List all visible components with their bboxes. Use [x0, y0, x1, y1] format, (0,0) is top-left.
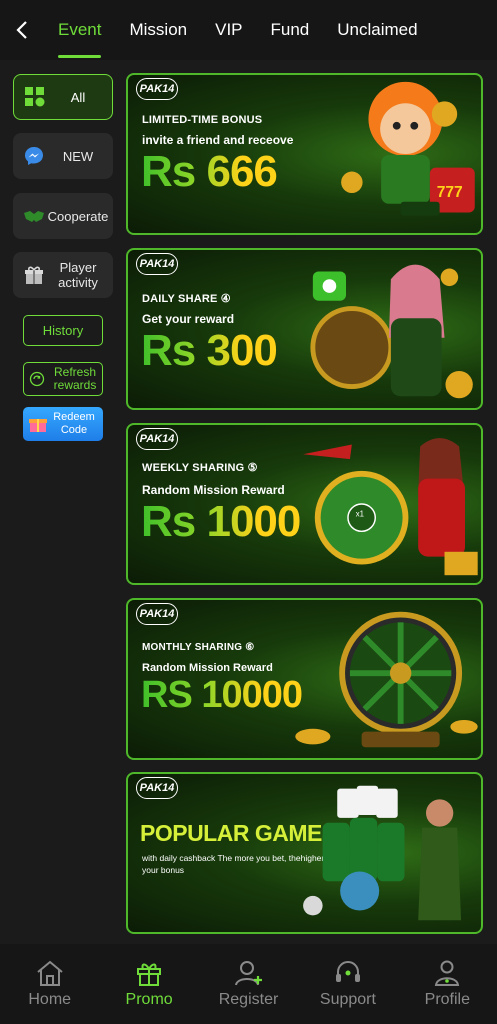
- banner-subtitle: Random Mission Reward: [142, 662, 273, 674]
- refresh-icon: [29, 371, 45, 387]
- tab-event[interactable]: Event: [44, 0, 115, 60]
- grid-icon: [22, 84, 48, 110]
- wheel-coins-illustration: [295, 611, 478, 748]
- woman-wheel-illustration: [310, 264, 473, 399]
- category-cooperate[interactable]: Cooperate: [13, 193, 113, 239]
- nav-label: Register: [218, 991, 279, 1008]
- headset-icon: [335, 961, 360, 982]
- pak14-logo: PAK14: [136, 777, 178, 799]
- user-add-icon: [234, 961, 262, 986]
- gift-icon: [137, 963, 162, 986]
- nav-label: Promo: [125, 991, 173, 1008]
- gift-icon: [21, 262, 47, 288]
- tab-unclaimed[interactable]: Unclaimed: [323, 0, 431, 60]
- redeem-code-label: Redeem Code: [53, 411, 95, 436]
- nav-register[interactable]: Register: [199, 944, 298, 1024]
- banner-kicker: MONTHLY SHARING ⑥: [142, 642, 255, 653]
- pak14-logo: PAK14: [136, 78, 178, 100]
- bottom-navigation: Home Promo Register Support Profile: [0, 944, 497, 1024]
- category-label: Cooperate: [47, 208, 109, 224]
- banner-amount: Rs 300: [141, 326, 278, 375]
- banner-subtitle: invite a friend and receove: [142, 133, 294, 147]
- banner-subtitle: Random Mission Reward: [142, 483, 285, 497]
- banner-monthly-sharing[interactable]: PAK14 MONTHLY SHARING ⑥ Random Mission R…: [126, 598, 483, 760]
- banner-subtitle: Get your reward: [142, 312, 235, 326]
- banner-limited-time-bonus[interactable]: PAK14 LIMITED-TIME BONUS invite a friend…: [126, 73, 483, 235]
- tab-mission[interactable]: Mission: [115, 0, 201, 60]
- back-button[interactable]: [0, 0, 44, 60]
- svg-text:x1: x1: [356, 510, 364, 519]
- category-all[interactable]: All: [13, 74, 113, 120]
- category-player-activity[interactable]: Player activity: [13, 252, 113, 298]
- nav-home[interactable]: Home: [0, 944, 99, 1024]
- tab-vip[interactable]: VIP: [201, 0, 256, 60]
- nav-support[interactable]: Support: [298, 944, 397, 1024]
- mascot-slot-illustration: 777: [341, 81, 475, 216]
- banner-kicker: WEEKLY SHARING ⑤: [142, 462, 258, 474]
- profile-icon: [435, 960, 460, 986]
- banner-popular-games[interactable]: PAK14 POPULAR GAMES with daily cashback …: [126, 772, 483, 934]
- category-label: Player activity: [58, 260, 98, 290]
- banner-amount: Rs 666: [141, 147, 278, 196]
- category-label: All: [70, 89, 86, 105]
- refresh-rewards-button[interactable]: Refresh rewards: [23, 362, 103, 396]
- category-label: NEW: [62, 148, 94, 164]
- category-new[interactable]: NEW: [13, 133, 113, 179]
- top-tab-bar: Event Mission VIP Fund Unclaimed: [0, 0, 497, 60]
- nav-label: Home: [28, 991, 72, 1008]
- pak14-logo: PAK14: [136, 603, 178, 625]
- chevron-left-icon: [16, 21, 27, 39]
- messenger-icon: [21, 143, 47, 169]
- banner-weekly-sharing[interactable]: PAK14 WEEKLY SHARING ⑤ Random Mission Re…: [126, 423, 483, 585]
- pak14-logo: PAK14: [136, 253, 178, 275]
- nav-label: Support: [319, 991, 376, 1008]
- banner-kicker: LIMITED-TIME BONUS: [142, 114, 263, 126]
- banner-amount: RS 10000: [141, 674, 303, 716]
- tab-fund[interactable]: Fund: [257, 0, 324, 60]
- refresh-rewards-label: Refresh rewards: [53, 365, 97, 392]
- nav-promo[interactable]: Promo: [99, 944, 198, 1024]
- history-button[interactable]: History: [23, 315, 103, 346]
- redeem-gift-icon: [29, 419, 47, 432]
- banner-kicker: DAILY SHARE ④: [142, 293, 231, 305]
- handshake-icon: [21, 203, 47, 229]
- redeem-code-button[interactable]: Redeem Code: [23, 407, 103, 441]
- woman-wheel-illustration: x1: [303, 438, 478, 576]
- nav-profile[interactable]: Profile: [398, 944, 497, 1024]
- nav-label: Profile: [424, 991, 470, 1008]
- home-icon: [37, 960, 63, 986]
- svg-text:777: 777: [437, 184, 463, 201]
- banner-amount: Rs 1000: [141, 497, 301, 546]
- banner-daily-share[interactable]: PAK14 DAILY SHARE ④ Get your reward Rs 3…: [126, 248, 483, 410]
- players-cards-illustration: [303, 785, 462, 921]
- pak14-logo: PAK14: [136, 428, 178, 450]
